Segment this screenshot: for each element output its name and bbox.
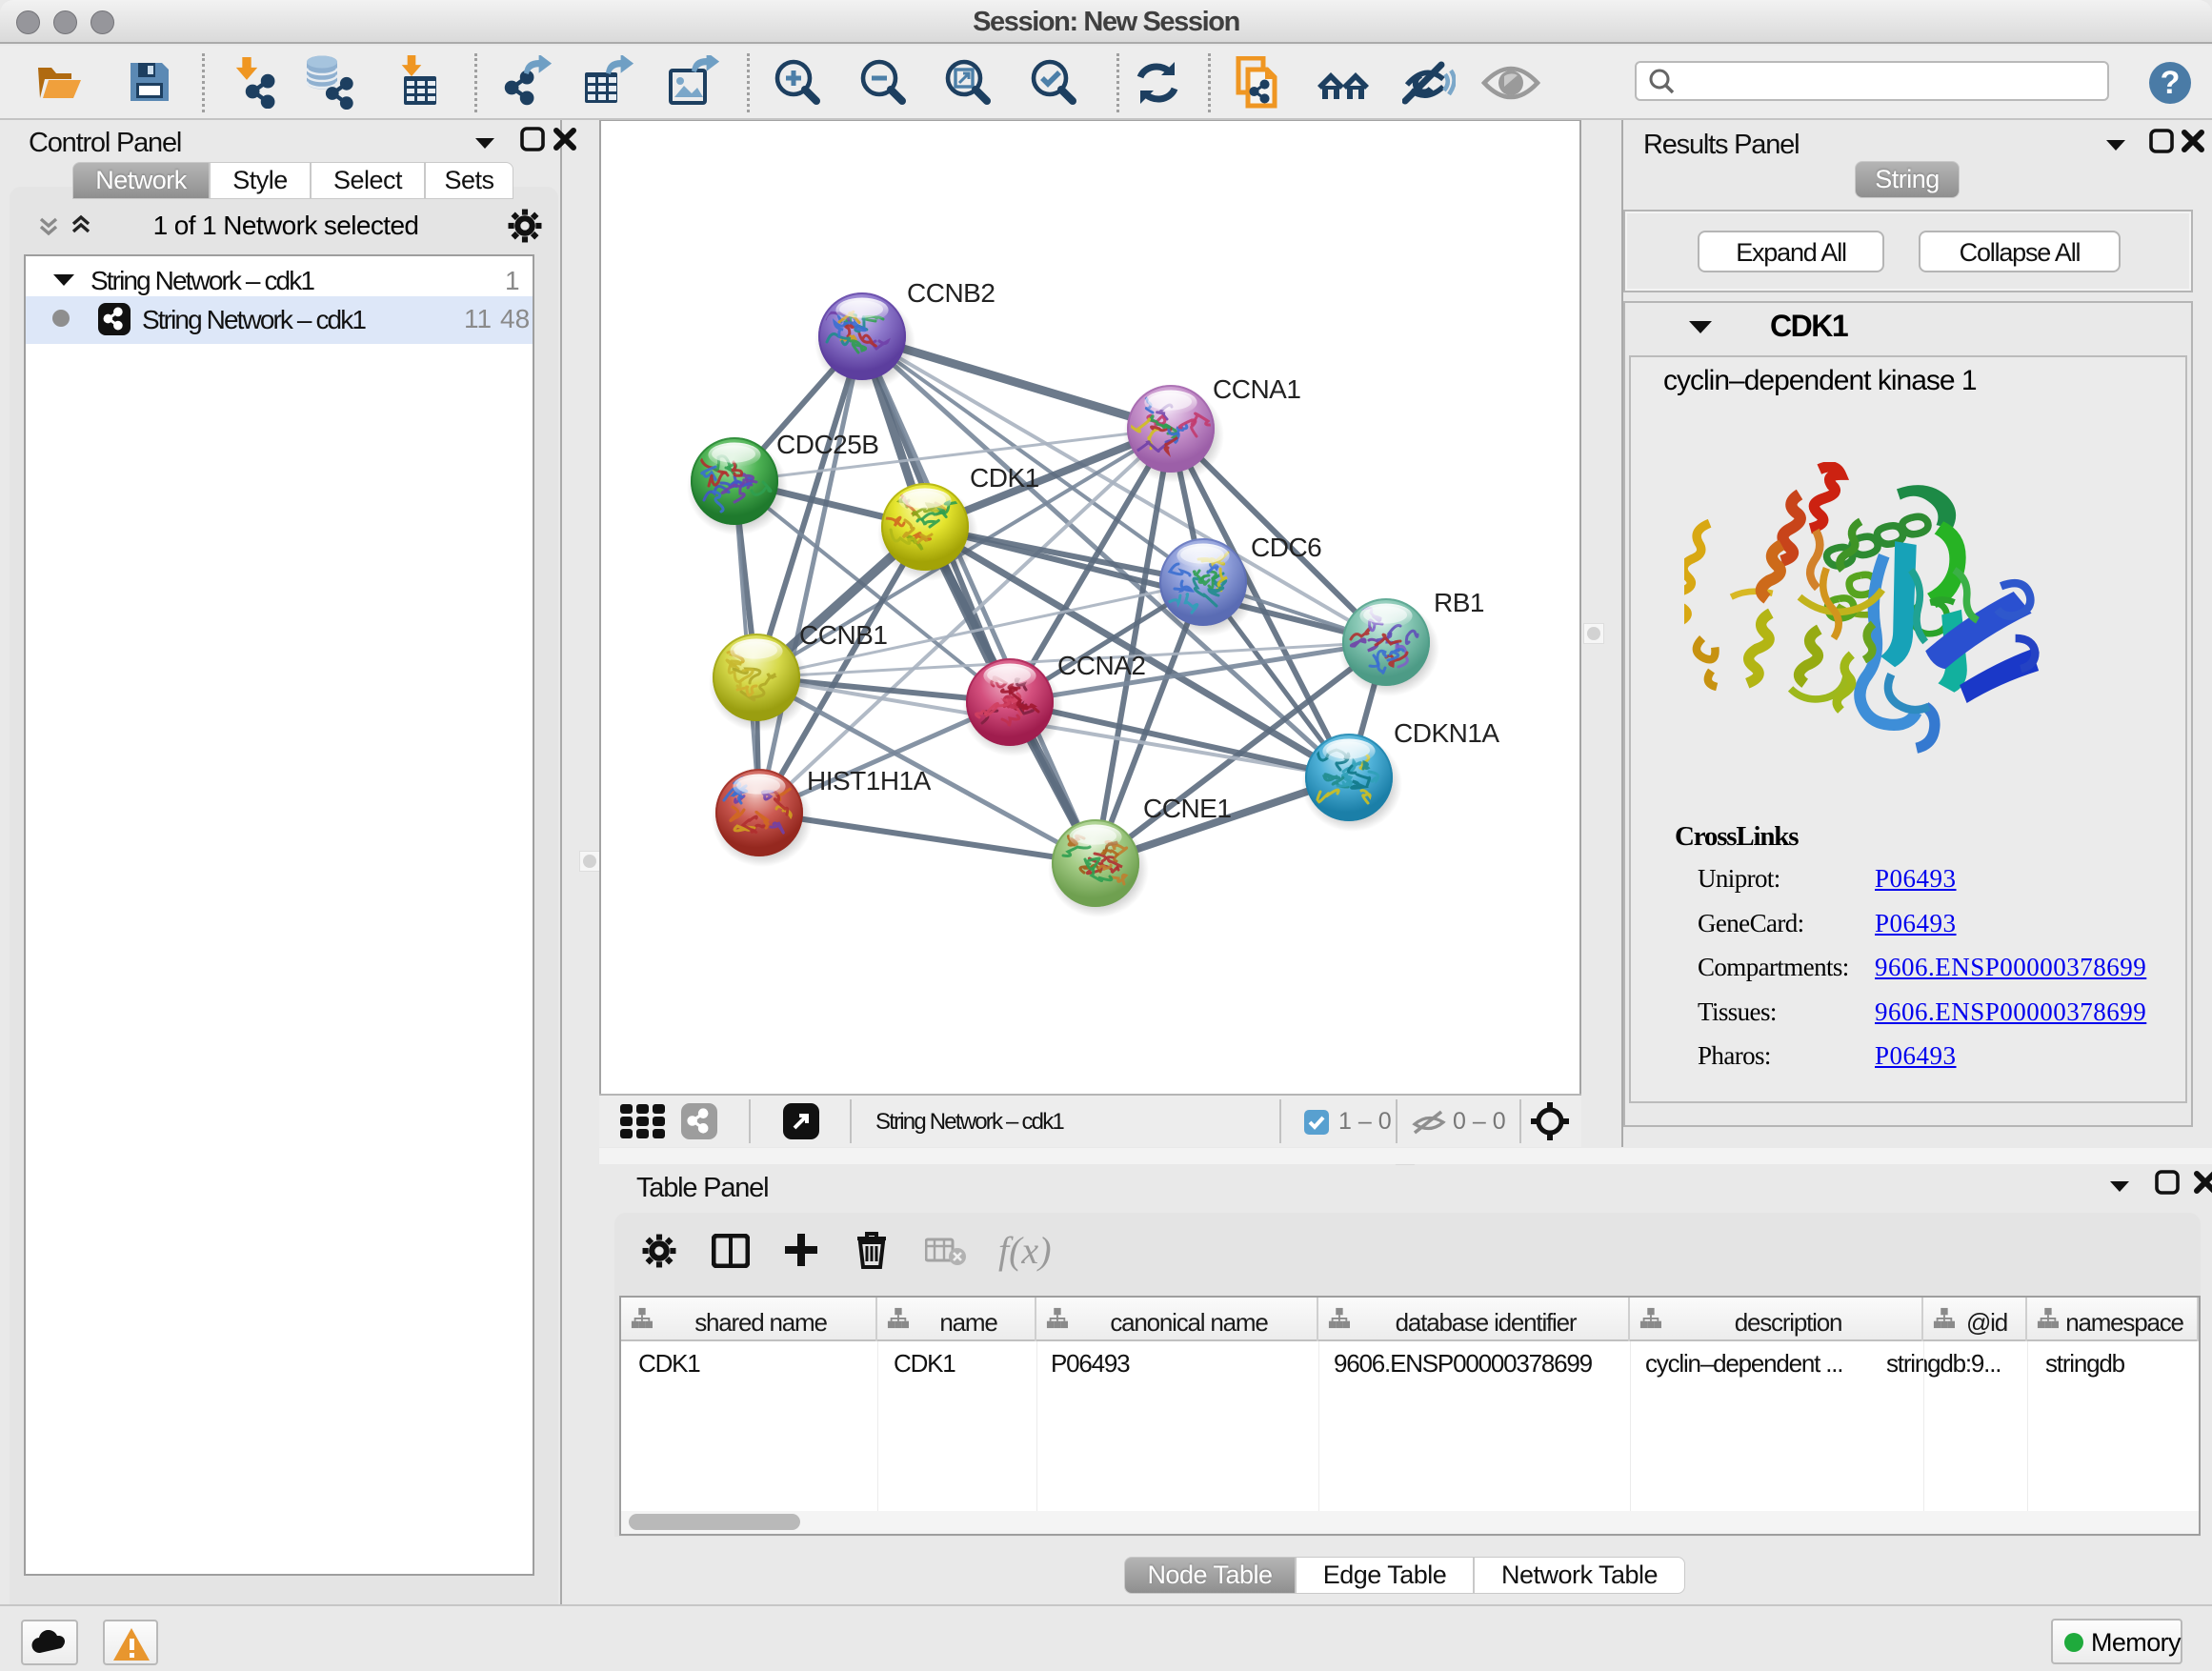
svg-text:CDKN1A: CDKN1A (1394, 718, 1499, 748)
svg-text:CCNB2: CCNB2 (907, 278, 995, 308)
svg-text:HIST1H1A: HIST1H1A (807, 766, 932, 795)
svg-text:CCNA2: CCNA2 (1057, 651, 1145, 680)
svg-text:?: ? (2161, 65, 2181, 101)
svg-text:CCNB1: CCNB1 (799, 620, 887, 650)
svg-text:CCNE1: CCNE1 (1143, 794, 1231, 823)
svg-text:CDC6: CDC6 (1251, 533, 1321, 562)
svg-text:CDK1: CDK1 (970, 463, 1039, 493)
svg-text:CDC25B: CDC25B (776, 430, 878, 459)
svg-text:CCNA1: CCNA1 (1213, 374, 1300, 404)
svg-text:RB1: RB1 (1434, 588, 1484, 617)
